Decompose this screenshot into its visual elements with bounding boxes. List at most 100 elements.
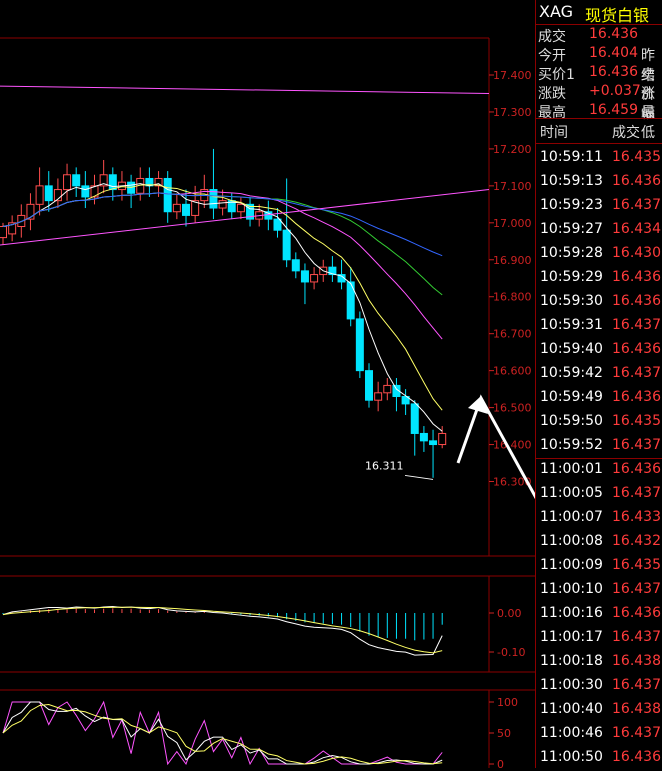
tick-row[interactable]: 10:59:31 16.437 <box>536 315 662 339</box>
tick-price: 16.437 <box>612 629 661 645</box>
tick-time: 11:00:17 <box>540 629 603 645</box>
symbol-header: XAG 现货白银 <box>536 0 662 25</box>
quote-value: 16.436 <box>589 26 638 42</box>
tick-time: 10:59:11 <box>540 149 603 165</box>
tick-time: 10:59:31 <box>540 317 603 333</box>
quote-value: 16.436 <box>589 64 638 80</box>
quote-row: 买价1 16.436 卖价 <box>536 63 662 103</box>
quote-row: 涨跌 +0.037 涨幅 <box>536 82 662 122</box>
price-tick-label: 17.000 <box>493 217 532 230</box>
tick-price: 16.435 <box>612 413 661 429</box>
tick-time: 10:59:30 <box>540 293 603 309</box>
tick-price: 16.437 <box>612 677 661 693</box>
tick-row[interactable]: 11:00:01 16.436 <box>536 459 662 483</box>
macd-tick-label: -0.10 <box>497 646 525 659</box>
tick-time: 10:59:13 <box>540 173 603 189</box>
candle-body <box>44 185 53 202</box>
tick-header-time: 时间 <box>540 125 568 141</box>
candle-body <box>108 174 117 191</box>
osc-d-line <box>2 703 443 765</box>
price-tick-label: 17.400 <box>493 69 532 82</box>
tick-price: 16.437 <box>612 581 661 597</box>
chart-area[interactable]: 17.400 17.300 17.200 17.100 17.000 16.900 16.8… <box>0 0 535 768</box>
tick-separator <box>536 458 662 459</box>
tick-time: 10:59:23 <box>540 197 603 213</box>
tick-price: 16.436 <box>612 461 661 477</box>
tick-price: 16.436 <box>612 173 661 189</box>
candle-body <box>72 174 81 187</box>
tick-row[interactable]: 11:00:10 16.437 <box>536 579 662 603</box>
tick-row[interactable]: 11:00:30 16.437 <box>536 675 662 699</box>
tick-row[interactable]: 10:59:28 16.430 <box>536 243 662 267</box>
price-tick-label: 16.900 <box>493 254 532 267</box>
tick-time: 11:00:07 <box>540 509 603 525</box>
tick-row[interactable]: 11:00:50 16.436 <box>536 747 662 771</box>
macd-tick-label: 0.00 <box>497 607 522 620</box>
drawn-arrow-stroke <box>456 394 535 500</box>
osc-tick-label: 50 <box>497 727 511 740</box>
tick-row[interactable]: 11:00:18 16.438 <box>536 651 662 675</box>
tick-price: 16.438 <box>612 701 661 717</box>
candle-body <box>310 274 319 283</box>
kline-chart-svg[interactable]: 17.400 17.300 17.200 17.100 17.000 16.900 16.8… <box>0 0 535 768</box>
upper-trend-line <box>0 85 490 94</box>
tick-row[interactable]: 10:59:27 16.434 <box>536 219 662 243</box>
tick-price: 16.435 <box>612 557 661 573</box>
tick-price: 16.434 <box>612 221 661 237</box>
price-tick-label: 17.200 <box>493 143 532 156</box>
tick-time: 10:59:28 <box>540 245 603 261</box>
candle-body <box>218 200 227 209</box>
candle-body <box>438 432 447 446</box>
tick-price: 16.437 <box>612 725 661 741</box>
candle-body <box>0 226 7 239</box>
tick-price: 16.436 <box>612 605 661 621</box>
tick-row[interactable]: 11:00:40 16.438 <box>536 699 662 723</box>
symbol-name: 现货白银 <box>585 6 650 25</box>
candle-body <box>273 218 282 231</box>
tick-price: 16.433 <box>612 509 661 525</box>
tick-price: 16.435 <box>612 149 661 165</box>
tick-row[interactable]: 10:59:13 16.436 <box>536 171 662 195</box>
candle-body <box>163 177 172 213</box>
tick-row[interactable]: 11:00:46 16.437 <box>536 723 662 747</box>
tick-row[interactable]: 10:59:23 16.437 <box>536 195 662 219</box>
price-tick-label: 17.300 <box>493 106 532 119</box>
tick-time: 10:59:40 <box>540 341 603 357</box>
tick-row[interactable]: 10:59:11 16.435 <box>536 147 662 171</box>
macd-dea-line <box>2 606 443 654</box>
quote-label: 涨跌 <box>538 86 566 102</box>
tick-time: 11:00:46 <box>540 725 603 741</box>
tick-row[interactable]: 10:59:29 16.436 <box>536 267 662 291</box>
macd-dif-line <box>2 605 443 656</box>
tick-row[interactable]: 11:00:09 16.435 <box>536 555 662 579</box>
tick-price: 16.436 <box>612 749 661 765</box>
tick-row[interactable]: 10:59:50 16.435 <box>536 411 662 435</box>
candle-body <box>383 384 392 394</box>
candle-body <box>81 185 90 198</box>
tick-row[interactable]: 11:00:05 16.437 <box>536 483 662 507</box>
symbol-code: XAG <box>539 2 574 21</box>
quote-label: 买价1 <box>538 67 575 83</box>
tick-row[interactable]: 11:00:16 16.436 <box>536 603 662 627</box>
tick-row[interactable]: 10:59:40 16.436 <box>536 339 662 363</box>
tick-time: 11:00:01 <box>540 461 603 477</box>
tick-row[interactable]: 10:59:52 16.437 <box>536 435 662 459</box>
tick-row[interactable]: 11:00:08 16.432 <box>536 531 662 555</box>
quote-label: 成交 <box>538 29 566 45</box>
candle-body <box>365 370 373 401</box>
tick-row[interactable]: 10:59:49 16.436 <box>536 387 662 411</box>
price-tick-label: 17.100 <box>493 180 532 193</box>
candle-body <box>410 403 419 434</box>
price-tick-label: 16.800 <box>493 291 532 304</box>
tick-price: 16.436 <box>612 269 661 285</box>
tick-row[interactable]: 11:00:07 16.433 <box>536 507 662 531</box>
tick-time: 11:00:16 <box>540 605 603 621</box>
candle-body <box>429 440 438 446</box>
tick-row[interactable]: 10:59:30 16.436 <box>536 291 662 315</box>
tick-price: 16.438 <box>612 653 661 669</box>
tick-row[interactable]: 11:00:17 16.437 <box>536 627 662 651</box>
tick-row[interactable]: 10:59:42 16.437 <box>536 363 662 387</box>
candle-body <box>35 185 44 205</box>
ma10-line <box>2 184 443 411</box>
tick-time: 10:59:27 <box>540 221 603 237</box>
